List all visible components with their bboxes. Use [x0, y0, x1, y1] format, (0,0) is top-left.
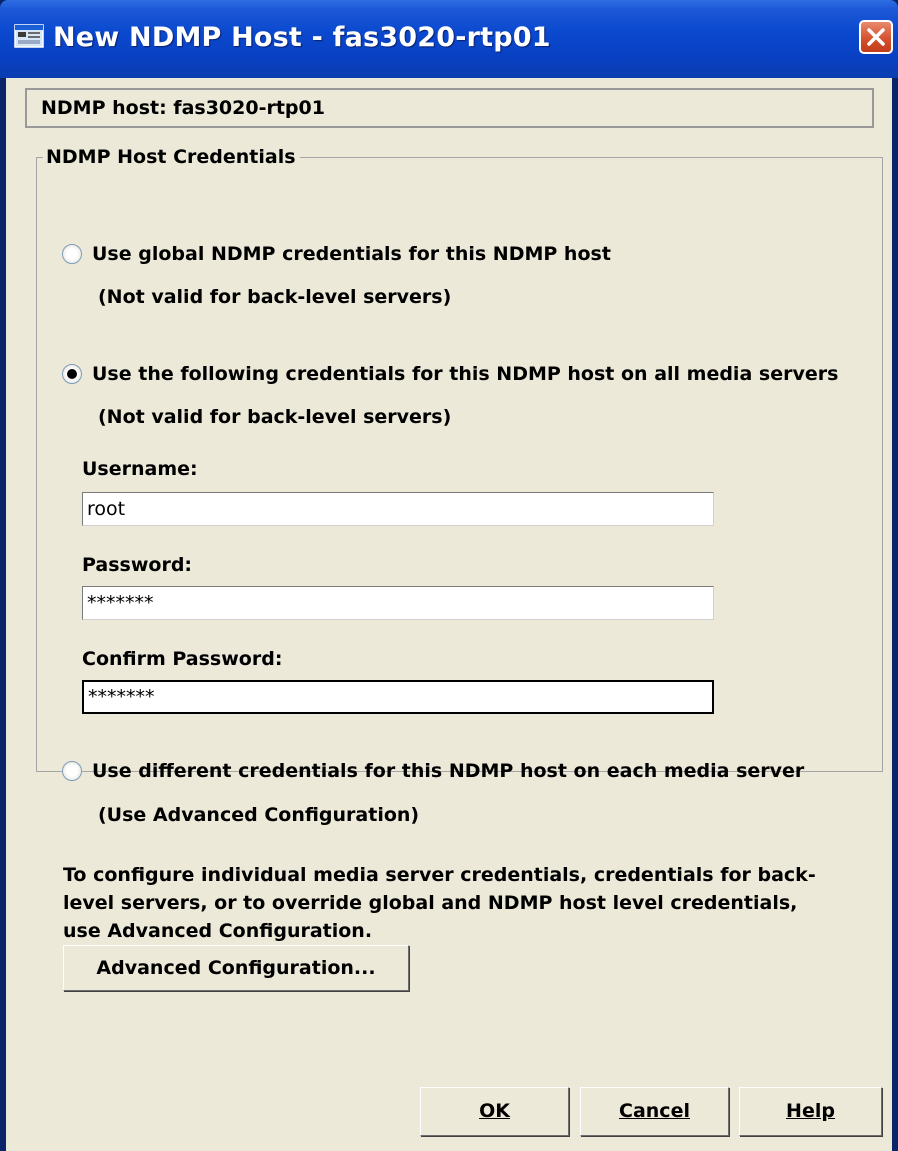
close-icon [867, 28, 885, 46]
advanced-configuration-label: Advanced Configuration... [96, 957, 376, 979]
radio-different-indicator[interactable] [62, 761, 82, 781]
ndmp-host-label: NDMP host: fas3020-rtp01 [41, 97, 325, 119]
password-input[interactable] [82, 586, 714, 620]
close-button[interactable] [859, 20, 893, 54]
radio-global-label: Use global NDMP credentials for this NDM… [92, 243, 611, 265]
cancel-label: Cancel [619, 1100, 690, 1122]
ok-button[interactable]: OK [420, 1087, 569, 1136]
password-label: Password: [82, 554, 193, 576]
app-window-icon [14, 24, 44, 48]
help-label: Help [786, 1100, 835, 1122]
radio-following-indicator[interactable] [62, 364, 82, 384]
cancel-button[interactable]: Cancel [580, 1087, 729, 1136]
advanced-configuration-button[interactable]: Advanced Configuration... [63, 945, 409, 991]
ndmp-host-info-box: NDMP host: fas3020-rtp01 [25, 88, 874, 128]
radio-following-credentials[interactable]: Use the following credentials for this N… [62, 363, 838, 385]
global-note: (Not valid for back-level servers) [98, 286, 452, 308]
radio-different-credentials[interactable]: Use different credentials for this NDMP … [62, 760, 804, 782]
help-button[interactable]: Help [739, 1087, 882, 1136]
radio-different-label: Use different credentials for this NDMP … [92, 760, 805, 782]
dialog-client-area: NDMP host: fas3020-rtp01 NDMP Host Crede… [6, 78, 892, 1151]
title-bar[interactable]: New NDMP Host - fas3020-rtp01 [0, 0, 898, 78]
radio-global-indicator[interactable] [62, 244, 82, 264]
username-input[interactable] [82, 492, 714, 526]
radio-following-label: Use the following credentials for this N… [92, 363, 839, 385]
ok-label: OK [479, 1100, 510, 1122]
confirm-password-input[interactable] [82, 680, 714, 714]
different-note: (Use Advanced Configuration) [98, 804, 420, 826]
confirm-password-label: Confirm Password: [82, 648, 283, 670]
advanced-help-text: To configure individual media server cre… [63, 864, 816, 942]
dialog-window: New NDMP Host - fas3020-rtp01 NDMP host:… [0, 0, 898, 1151]
following-note: (Not valid for back-level servers) [98, 406, 452, 428]
radio-global-credentials[interactable]: Use global NDMP credentials for this NDM… [62, 243, 611, 265]
username-label: Username: [82, 458, 198, 480]
window-title: New NDMP Host - fas3020-rtp01 [53, 22, 551, 53]
credentials-group-title: NDMP Host Credentials [43, 146, 300, 168]
